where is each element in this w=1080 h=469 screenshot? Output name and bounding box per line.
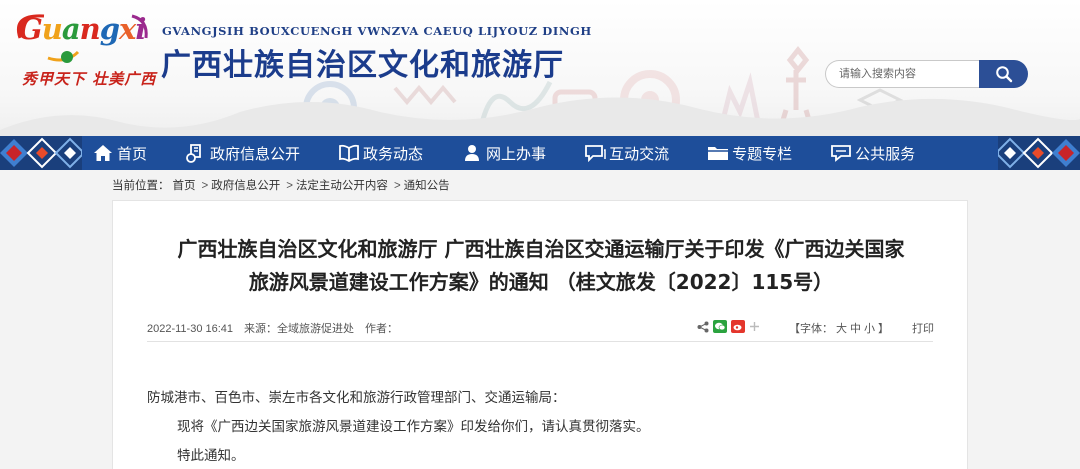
- site-header: Guangxi 秀甲天下 壮美广西 GVANGJSIH BOUXCUENGH V…: [0, 0, 1080, 136]
- open-book-icon: [338, 143, 360, 163]
- article-card: 广西壮族自治区文化和旅游厅 广西壮族自治区交通运输厅关于印发《广西边关国家 旅游…: [112, 200, 968, 469]
- share-bar: [697, 320, 760, 333]
- logo-letter: n: [79, 12, 101, 46]
- nav-item-label: 互动交流: [609, 145, 670, 163]
- breadcrumb-item-statutory[interactable]: 法定主动公开内容: [296, 180, 388, 192]
- plus-icon[interactable]: [749, 321, 760, 332]
- nav-list: 首页 政府信息公开 政务动态 网上办事 互动交流 专题专栏 公共服务: [92, 136, 915, 170]
- search-input[interactable]: [825, 60, 980, 88]
- breadcrumb-item-notices[interactable]: 通知公告: [404, 180, 450, 192]
- article-body: 防城港市、百色市、崇左市各文化和旅游行政管理部门、交通运输局： 现将《广西边关国…: [147, 384, 933, 469]
- ornament-pattern-icon: [998, 136, 1080, 170]
- meta-info: 2022-11-30 16:41 来源：全域旅游促进处 作者：: [147, 320, 409, 336]
- logo-letter: a: [61, 12, 81, 46]
- font-size-controls: 【字体：大中小】: [789, 320, 889, 336]
- nav-ornament-right: [998, 136, 1080, 170]
- font-size-label: 【字体：: [789, 323, 833, 335]
- share-icon[interactable]: [697, 321, 709, 333]
- main-nav: 首页 政府信息公开 政务动态 网上办事 互动交流 专题专栏 公共服务: [0, 136, 1080, 170]
- logo-letter: x: [119, 12, 136, 46]
- article-title: 广西壮族自治区文化和旅游厅 广西壮族自治区交通运输厅关于印发《广西边关国家 旅游…: [113, 233, 969, 299]
- print-button[interactable]: 打印: [912, 320, 934, 336]
- nav-item-label: 公共服务: [855, 145, 916, 163]
- article-paragraph: 防城港市、百色市、崇左市各文化和旅游行政管理部门、交通运输局：: [147, 390, 566, 406]
- search-box: [825, 60, 1028, 88]
- article-author: 作者：: [365, 323, 399, 335]
- article-meta: 2022-11-30 16:41 来源：全域旅游促进处 作者： 【字体：大中小】 打…: [147, 314, 934, 342]
- nav-item-special-topics[interactable]: 专题专栏: [707, 136, 792, 170]
- article-title-line: 广西壮族自治区文化和旅游厅 广西壮族自治区交通运输厅关于印发《广西边关国家: [177, 237, 905, 261]
- logo-letter: u: [41, 12, 63, 46]
- search-button[interactable]: [979, 60, 1028, 88]
- home-icon: [92, 143, 114, 163]
- ornament-pattern-icon: [0, 136, 82, 170]
- article-source: 来源：全域旅游促进处: [244, 323, 355, 335]
- search-icon: [995, 66, 1012, 83]
- nav-item-interaction[interactable]: 互动交流: [584, 136, 669, 170]
- breadcrumb-separator: >: [393, 180, 401, 192]
- logo-letter: i: [135, 12, 146, 46]
- breadcrumb-item-gov-info[interactable]: 政府信息公开: [211, 180, 280, 192]
- nav-item-label: 政府信息公开: [210, 145, 301, 163]
- logo-letter: G: [18, 12, 43, 46]
- nav-item-home[interactable]: 首页: [92, 136, 147, 170]
- font-size-close: 】: [878, 323, 889, 335]
- site-title[interactable]: 广西壮族自治区文化和旅游厅: [161, 40, 564, 84]
- article-title-line: 旅游风景道建设工作方案》的通知 （桂文旅发〔2022〕115号）: [248, 270, 834, 294]
- breadcrumb-separator: >: [201, 180, 209, 192]
- publish-date: 2022-11-30 16:41: [147, 323, 234, 335]
- nav-item-label: 专题专栏: [732, 145, 793, 163]
- breadcrumb: 当前位置： 首页 > 政府信息公开 > 法定主动公开内容 > 通知公告: [112, 177, 453, 193]
- breadcrumb-separator: >: [286, 180, 293, 192]
- document-icon: [185, 143, 207, 163]
- site-subtitle: GVANGJSIH BOUXCUENGH VWNZVA CAEUQ LIJYOU…: [162, 24, 592, 38]
- nav-item-public-service[interactable]: 公共服务: [830, 136, 915, 170]
- service-chat-icon: [830, 143, 852, 163]
- nav-item-label: 网上办事: [486, 145, 547, 163]
- font-size-large[interactable]: 大: [836, 323, 847, 335]
- site-logo[interactable]: Guangxi 秀甲天下 壮美广西: [10, 8, 160, 88]
- font-size-small[interactable]: 小: [864, 323, 875, 335]
- logo-slogan: 秀甲天下 壮美广西: [22, 70, 157, 88]
- breadcrumb-item-home[interactable]: 首页: [173, 180, 196, 192]
- article-paragraph: 特此通知。: [177, 448, 245, 464]
- nav-item-online-service[interactable]: 网上办事: [461, 136, 546, 170]
- logo-letter: g: [99, 12, 120, 46]
- logo-wordmark: Guangxi: [18, 12, 146, 46]
- nav-item-gov-news[interactable]: 政务动态: [338, 136, 423, 170]
- nav-item-label: 政务动态: [363, 145, 424, 163]
- breadcrumb-prefix: 当前位置：: [112, 180, 170, 192]
- folder-icon: [707, 143, 729, 163]
- nav-item-label: 首页: [117, 145, 148, 163]
- nav-ornament-left: [0, 136, 82, 170]
- wechat-icon[interactable]: [713, 320, 727, 333]
- font-size-medium[interactable]: 中: [850, 323, 861, 335]
- chat-icon: [584, 143, 606, 163]
- nav-item-gov-info[interactable]: 政府信息公开: [185, 136, 300, 170]
- article-paragraph: 现将《广西边关国家旅游风景道建设工作方案》印发给你们，请认真贯彻落实。: [177, 419, 650, 435]
- weibo-icon[interactable]: [731, 320, 745, 333]
- user-icon: [461, 143, 483, 163]
